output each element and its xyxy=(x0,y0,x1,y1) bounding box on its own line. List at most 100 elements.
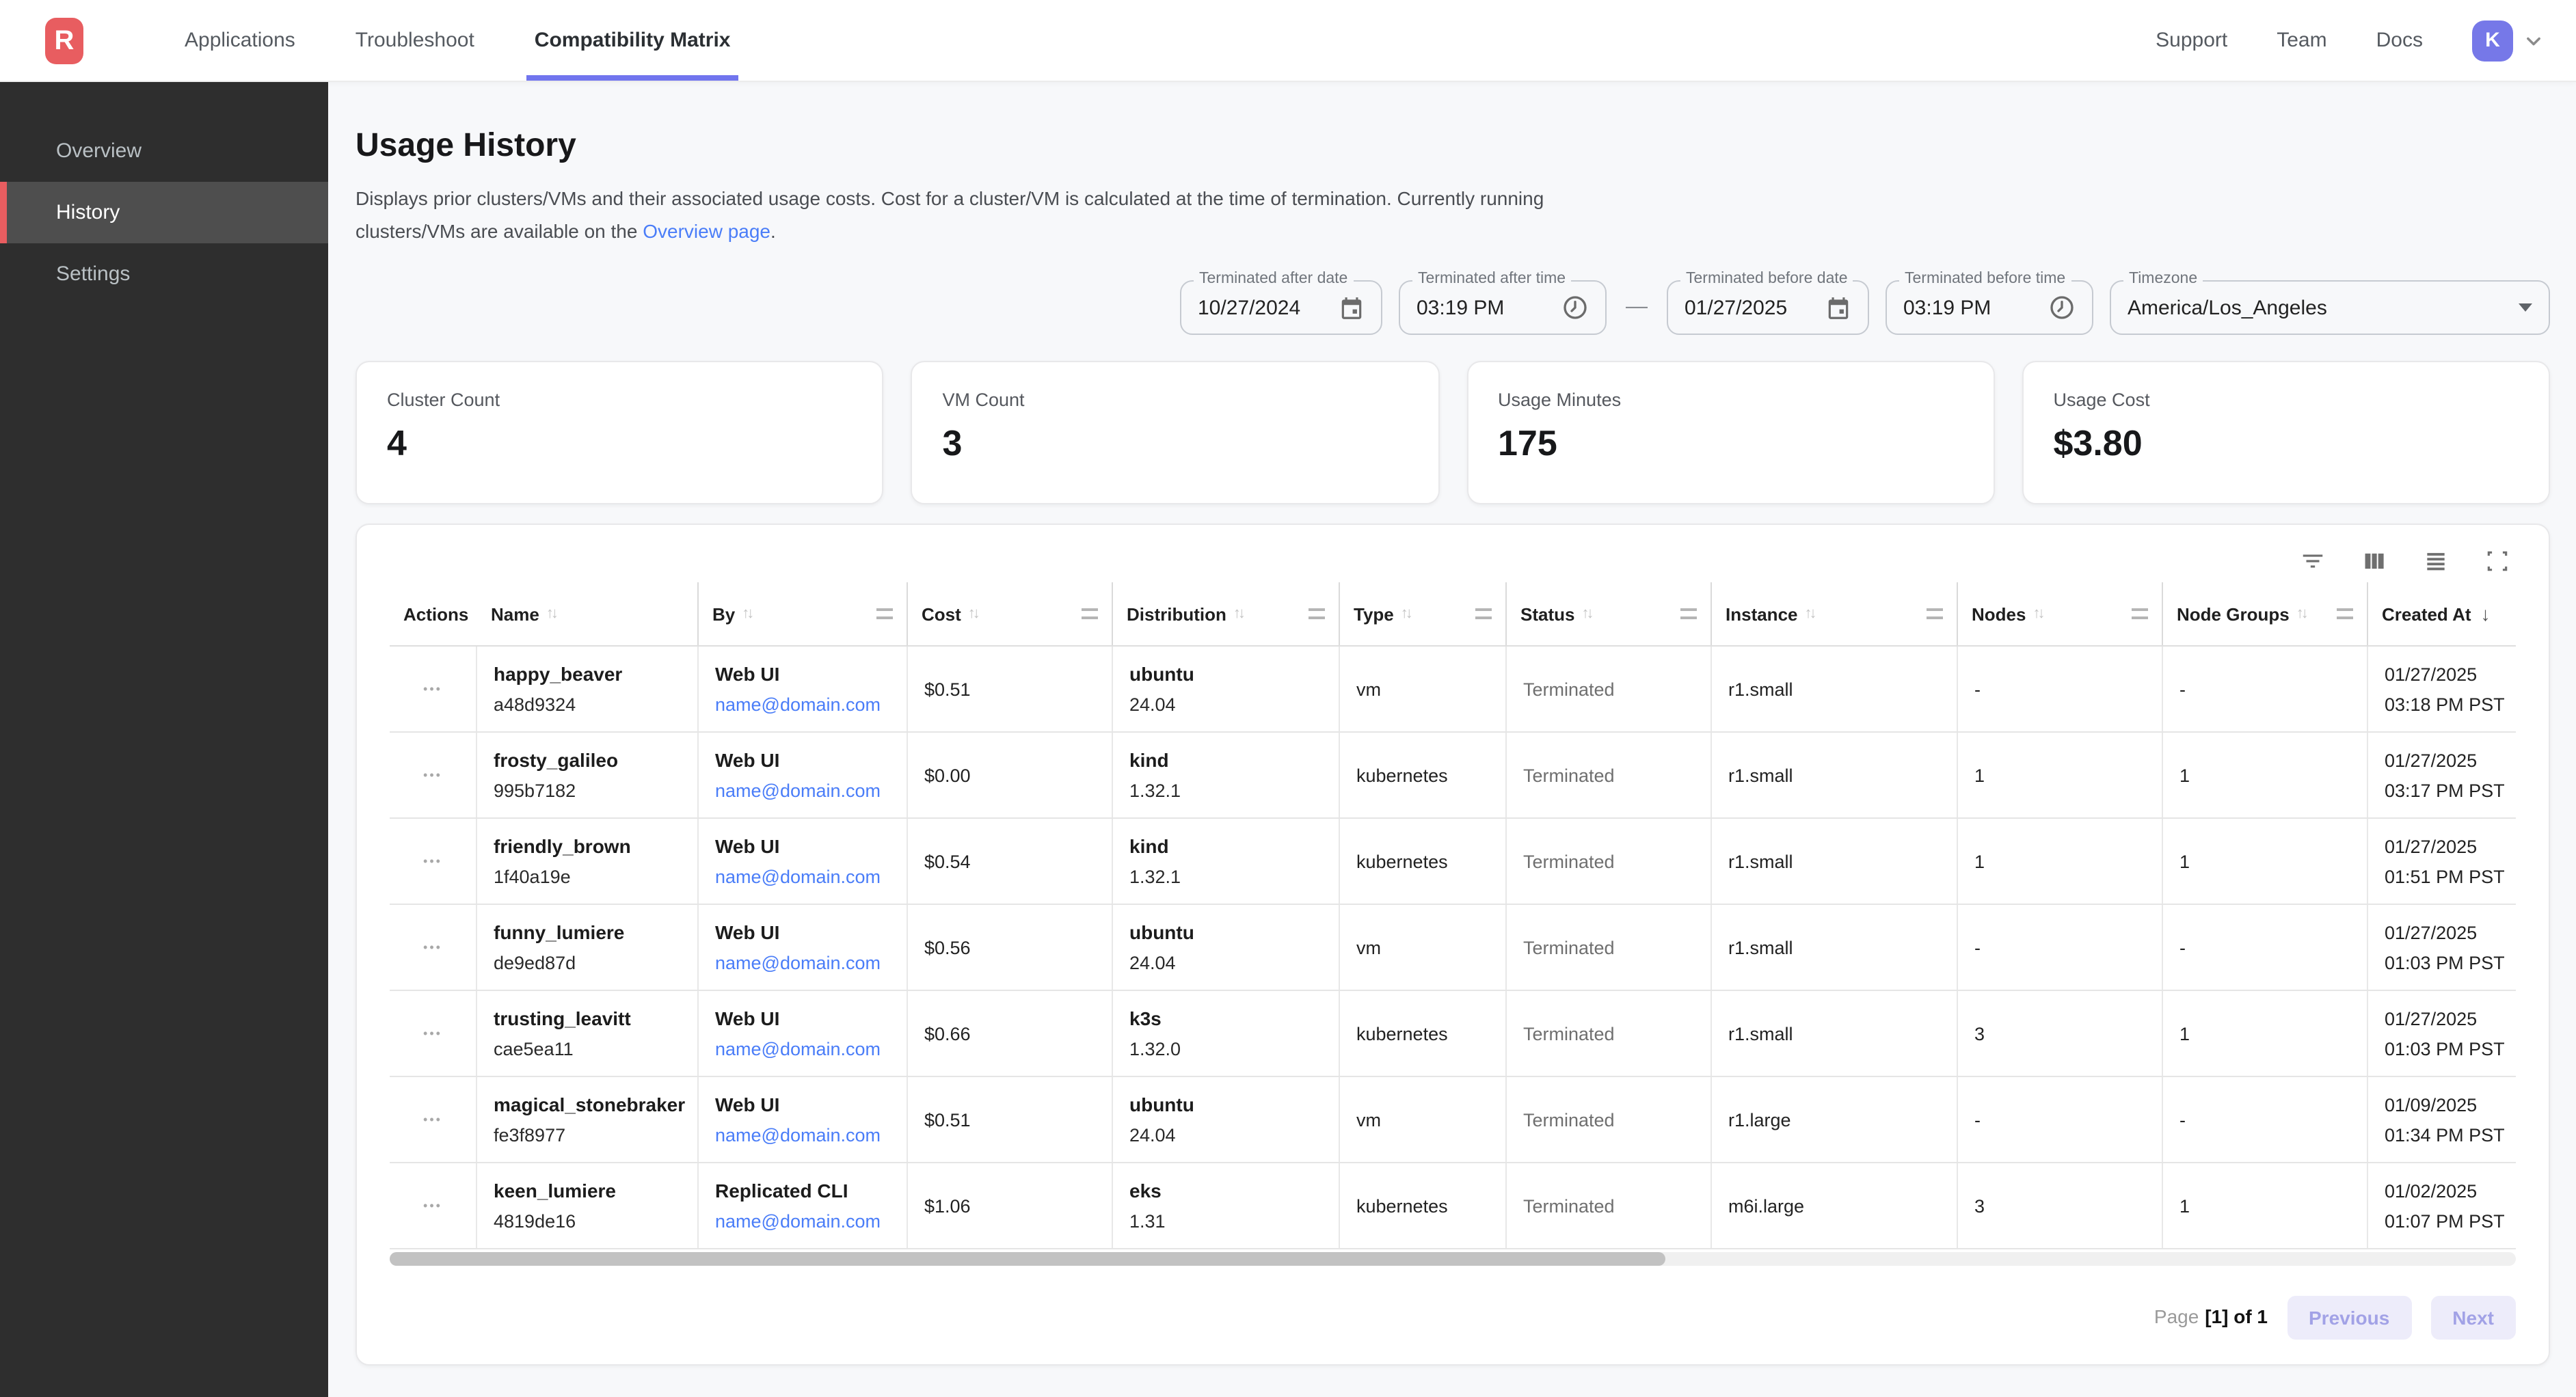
sort-icon[interactable]: ↑↓ xyxy=(1401,606,1410,622)
table-row[interactable]: ••• happy_beavera48d9324 Web UIname@doma… xyxy=(390,647,2516,733)
column-menu-icon[interactable] xyxy=(1082,608,1098,619)
column-header-distribution[interactable]: Distribution↑↓ xyxy=(1113,582,1340,645)
column-header-status[interactable]: Status↑↓ xyxy=(1507,582,1712,645)
tab-applications[interactable]: Applications xyxy=(176,0,304,81)
instance-value: r1.small xyxy=(1728,937,1940,958)
row-actions-button[interactable]: ••• xyxy=(423,1199,442,1212)
row-actions-button[interactable]: ••• xyxy=(423,854,442,868)
row-actions-button[interactable]: ••• xyxy=(423,940,442,954)
scrollbar-thumb[interactable] xyxy=(390,1252,1665,1266)
type-cell: vm xyxy=(1340,1077,1507,1162)
docs-link[interactable]: Docs xyxy=(2376,29,2423,52)
previous-page-button[interactable]: Previous xyxy=(2287,1296,2411,1340)
row-actions-button[interactable]: ••• xyxy=(423,768,442,782)
stat-cards: Cluster Count 4 VM Count 3 Usage Minutes… xyxy=(355,361,2550,504)
filter-icon[interactable] xyxy=(2300,547,2326,573)
sidebar-item-overview[interactable]: Overview xyxy=(0,120,328,182)
column-menu-icon[interactable] xyxy=(2337,608,2353,619)
sort-icon[interactable]: ↑↓ xyxy=(1581,606,1591,622)
calendar-icon[interactable] xyxy=(1339,295,1365,321)
terminated-before-time-field[interactable]: Terminated before time 03:19 PM xyxy=(1886,280,2093,335)
created-at-cell: 01/27/202503:17 PM PST xyxy=(2368,733,2516,817)
table-header-row: Actions Name↑↓ By↑↓ Cost↑↓ Distribution↑… xyxy=(390,582,2516,647)
created-by-email-link[interactable]: name@domain.com xyxy=(715,867,890,887)
column-header-nodes[interactable]: Nodes↑↓ xyxy=(1958,582,2163,645)
table-row[interactable]: ••• keen_lumiere4819de16 Replicated CLIn… xyxy=(390,1163,2516,1249)
column-header-name[interactable]: Name↑↓ xyxy=(477,582,699,645)
column-menu-icon[interactable] xyxy=(1309,608,1325,619)
column-header-instance[interactable]: Instance↑↓ xyxy=(1712,582,1958,645)
next-page-button[interactable]: Next xyxy=(2430,1296,2516,1340)
created-by-email-link[interactable]: name@domain.com xyxy=(715,781,890,801)
type-value: kubernetes xyxy=(1356,765,1489,785)
column-header-cost[interactable]: Cost↑↓ xyxy=(908,582,1113,645)
column-menu-icon[interactable] xyxy=(1475,608,1492,619)
fullscreen-icon[interactable] xyxy=(2484,547,2510,573)
cost-value: $0.54 xyxy=(924,851,1095,871)
sidebar-item-settings[interactable]: Settings xyxy=(0,243,328,305)
table-row[interactable]: ••• trusting_leavittcae5ea11 Web UIname@… xyxy=(390,991,2516,1077)
column-header-node-groups[interactable]: Node Groups↑↓ xyxy=(2163,582,2368,645)
sort-icon[interactable]: ↑↓ xyxy=(1805,606,1814,622)
row-actions-button[interactable]: ••• xyxy=(423,1113,442,1126)
table-row[interactable]: ••• funny_lumierede9ed87d Web UIname@dom… xyxy=(390,905,2516,991)
name-cell: frosty_galileo995b7182 xyxy=(477,733,699,817)
tab-compatibility-matrix[interactable]: Compatibility Matrix xyxy=(526,0,739,81)
created-by-email-link[interactable]: name@domain.com xyxy=(715,1211,890,1232)
row-actions-button[interactable]: ••• xyxy=(423,1027,442,1040)
column-header-type[interactable]: Type↑↓ xyxy=(1340,582,1507,645)
select-arrow-icon xyxy=(2519,303,2532,312)
sort-icon[interactable]: ↑↓ xyxy=(968,606,978,622)
nodes-value: 1 xyxy=(1974,851,2145,871)
distribution-version: 24.04 xyxy=(1129,694,1322,715)
terminated-before-date-field[interactable]: Terminated before date 01/27/2025 xyxy=(1667,280,1869,335)
column-menu-icon[interactable] xyxy=(2132,608,2148,619)
horizontal-scrollbar[interactable] xyxy=(390,1252,2516,1266)
nodes-value: - xyxy=(1974,937,2145,958)
column-menu-icon[interactable] xyxy=(1680,608,1697,619)
sort-icon[interactable]: ↑↓ xyxy=(2032,606,2042,622)
account-menu[interactable]: K xyxy=(2472,20,2543,61)
created-by-email-link[interactable]: name@domain.com xyxy=(715,953,890,973)
sort-icon[interactable]: ↑↓ xyxy=(1233,606,1243,622)
density-icon[interactable] xyxy=(2423,547,2449,573)
column-header-created-at[interactable]: Created At↓ xyxy=(2368,582,2516,645)
sort-icon[interactable]: ↑↓ xyxy=(2296,606,2306,622)
stat-label: Cluster Count xyxy=(387,390,853,410)
actions-cell: ••• xyxy=(390,647,477,731)
created-by-email-link[interactable]: name@domain.com xyxy=(715,1125,890,1145)
sort-icon[interactable]: ↑↓ xyxy=(546,606,556,622)
tab-troubleshoot[interactable]: Troubleshoot xyxy=(347,0,483,81)
type-value: vm xyxy=(1356,1109,1489,1130)
table-row[interactable]: ••• magical_stonebrakerfe3f8977 Web UIna… xyxy=(390,1077,2516,1163)
created-by-email-link[interactable]: name@domain.com xyxy=(715,1039,890,1059)
table-row[interactable]: ••• frosty_galileo995b7182 Web UIname@do… xyxy=(390,733,2516,819)
row-actions-button[interactable]: ••• xyxy=(423,682,442,696)
columns-icon[interactable] xyxy=(2361,547,2387,573)
sidebar-item-history[interactable]: History xyxy=(0,182,328,243)
range-dash: — xyxy=(1623,295,1650,320)
clock-icon[interactable] xyxy=(1561,294,1589,321)
terminated-after-date-field[interactable]: Terminated after date 10/27/2024 xyxy=(1180,280,1382,335)
column-menu-icon[interactable] xyxy=(876,608,893,619)
distribution-cell: k3s1.32.0 xyxy=(1113,991,1340,1076)
sort-icon[interactable]: ↑↓ xyxy=(742,606,751,622)
avatar[interactable]: K xyxy=(2472,20,2513,61)
team-link[interactable]: Team xyxy=(2277,29,2326,52)
created-by-email-link[interactable]: name@domain.com xyxy=(715,694,890,715)
calendar-icon[interactable] xyxy=(1825,295,1851,321)
support-link[interactable]: Support xyxy=(2156,29,2227,52)
column-menu-icon[interactable] xyxy=(1927,608,1943,619)
column-header-by[interactable]: By↑↓ xyxy=(699,582,908,645)
distribution-cell: kind1.32.1 xyxy=(1113,733,1340,817)
table-row[interactable]: ••• friendly_brown1f40a19e Web UIname@do… xyxy=(390,819,2516,905)
cost-cell: $0.51 xyxy=(908,1077,1113,1162)
overview-page-link[interactable]: Overview page xyxy=(643,220,770,242)
terminated-after-time-field[interactable]: Terminated after time 03:19 PM xyxy=(1399,280,1607,335)
sidebar: Overview History Settings xyxy=(0,82,328,1397)
clock-icon[interactable] xyxy=(2048,294,2076,321)
created-at-date: 01/09/2025 xyxy=(2385,1094,2499,1115)
replicated-logo[interactable]: R xyxy=(45,18,83,64)
sort-desc-icon[interactable]: ↓ xyxy=(2481,603,2491,625)
timezone-select[interactable]: Timezone America/Los_Angeles xyxy=(2110,280,2550,335)
